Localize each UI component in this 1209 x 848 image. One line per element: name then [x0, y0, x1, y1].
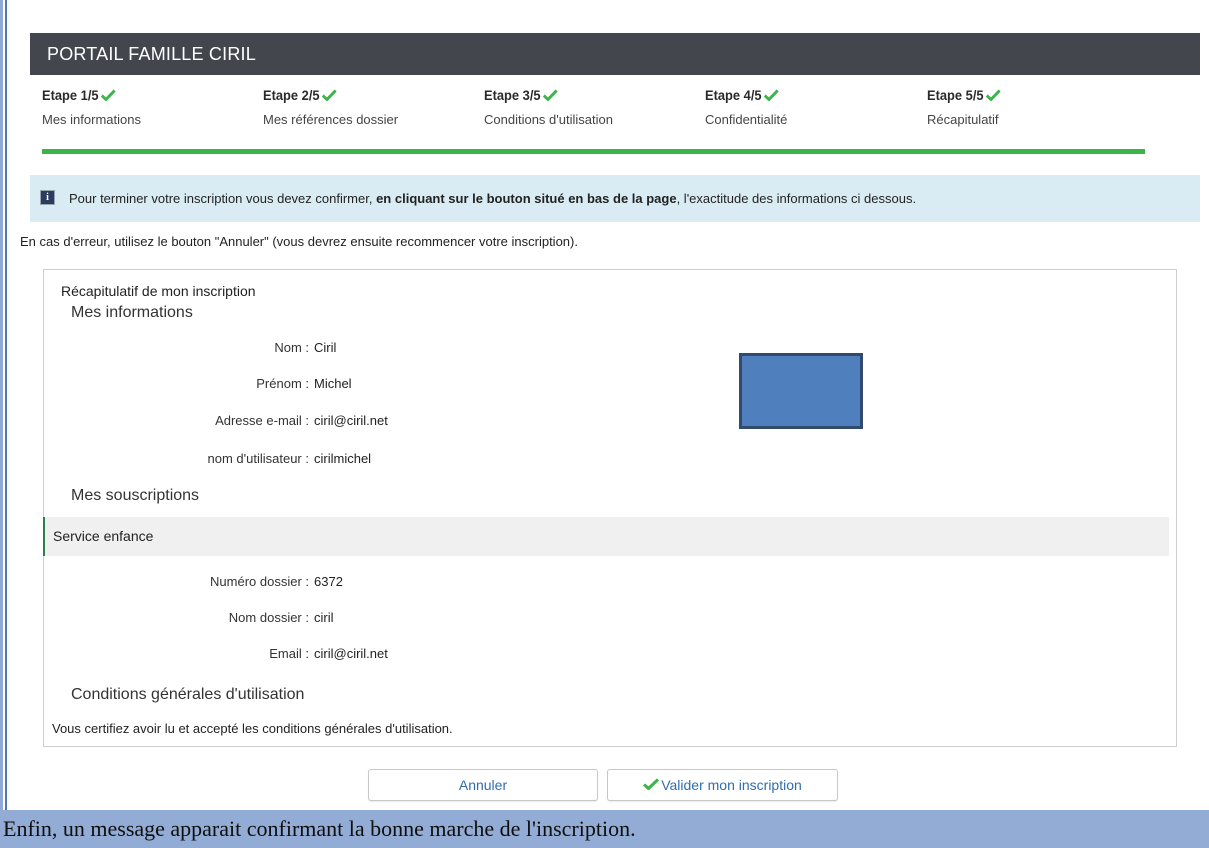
step-5-subtitle: Récapitulatif: [927, 112, 999, 127]
recap-title: Récapitulatif de mon inscription: [61, 283, 256, 299]
caption-text: Enfin, un message apparait confirmant la…: [3, 816, 636, 841]
page-left-accent: [5, 0, 7, 810]
step-5: Etape 5/5 Récapitulatif: [927, 84, 1137, 127]
portal-header: PORTAIL FAMILLE CIRIL: [30, 33, 1200, 75]
validate-button-label: Valider mon inscription: [661, 777, 802, 793]
step-1-subtitle: Mes informations: [42, 112, 141, 127]
check-icon: [764, 85, 780, 107]
label-nom: Nom :: [274, 340, 309, 355]
step-2-subtitle: Mes références dossier: [263, 112, 399, 127]
value-prenom: Michel: [314, 376, 352, 391]
check-icon: [322, 85, 338, 107]
label-email: Adresse e-mail :: [215, 413, 309, 428]
value-email: ciril@ciril.net: [314, 413, 388, 428]
check-icon: [643, 770, 660, 800]
validate-button[interactable]: Valider mon inscription: [607, 769, 838, 801]
cgu-text: Vous certifiez avoir lu et accepté les c…: [52, 721, 453, 736]
label-username: nom d'utilisateur :: [207, 451, 309, 466]
value-numero-dossier: 6372: [314, 574, 343, 589]
service-title: Service enfance: [53, 528, 154, 544]
cancel-button[interactable]: Annuler: [368, 769, 598, 801]
error-note: En cas d'erreur, utilisez le bouton "Ann…: [20, 234, 578, 249]
info-text-after: , l'exactitude des informations ci desso…: [676, 191, 917, 206]
info-text-bold: en cliquant sur le bouton situé en bas d…: [376, 191, 677, 206]
check-icon: [986, 85, 1002, 107]
label-prenom: Prénom :: [256, 376, 309, 391]
step-4: Etape 4/5 Confidentialité: [705, 84, 915, 127]
step-3-subtitle: Conditions d'utilisation: [484, 112, 613, 127]
section-heading-mes-souscriptions: Mes souscriptions: [71, 487, 200, 504]
check-icon: [543, 85, 559, 107]
step-4-subtitle: Confidentialité: [705, 112, 788, 127]
step-5-title: Etape 5/5: [927, 87, 984, 103]
section-heading-mes-informations: Mes informations: [71, 304, 193, 321]
step-3-title: Etape 3/5: [484, 87, 541, 103]
check-icon: [101, 85, 117, 107]
progress-bar: [42, 149, 1145, 154]
step-2-title: Etape 2/5: [263, 87, 320, 103]
service-header: Service enfance: [43, 517, 1169, 556]
info-banner: i Pour terminer votre inscription vous de…: [30, 175, 1200, 222]
label-nom-dossier: Nom dossier :: [228, 610, 309, 625]
caption-bar: Enfin, un message apparait confirmant la…: [0, 810, 1209, 848]
redaction-box: [739, 353, 863, 429]
value-email-dossier: ciril@ciril.net: [314, 646, 388, 661]
step-3: Etape 3/5 Conditions d'utilisation: [484, 84, 694, 127]
page-left-border: [0, 0, 3, 848]
step-2: Etape 2/5 Mes références dossier: [263, 84, 473, 127]
step-1: Etape 1/5 Mes informations: [42, 84, 252, 127]
value-nom: Ciril: [314, 340, 337, 355]
label-numero-dossier: Numéro dossier :: [210, 574, 309, 589]
step-4-title: Etape 4/5: [705, 87, 762, 103]
cancel-button-label: Annuler: [458, 777, 508, 793]
info-text-before: Pour terminer votre inscription vous dev…: [69, 191, 377, 206]
portal-title: PORTAIL FAMILLE CIRIL: [47, 44, 256, 64]
value-nom-dossier: ciril: [314, 610, 334, 625]
section-heading-cgu: Conditions générales d'utilisation: [71, 686, 305, 703]
value-username: cirilmichel: [314, 451, 372, 466]
info-icon: i: [40, 190, 55, 206]
step-1-title: Etape 1/5: [42, 87, 99, 103]
label-email-dossier: Email :: [269, 646, 309, 661]
